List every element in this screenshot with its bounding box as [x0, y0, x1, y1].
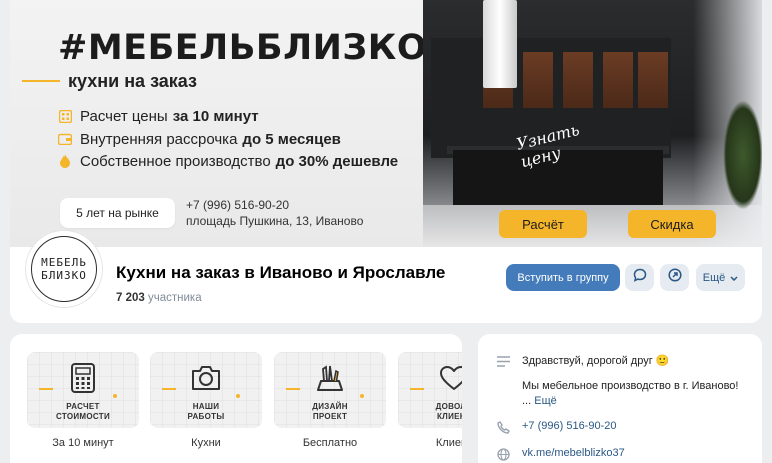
service-caption: За 10 минут [52, 437, 114, 449]
chevron-down-icon [730, 272, 738, 284]
feature-bold: до 5 месяцев [242, 130, 341, 148]
avatar-line: МЕБЕЛЬ [41, 256, 87, 269]
feature-text: Собственное производство [80, 152, 271, 170]
wood-panel [523, 52, 553, 108]
flame-icon [58, 154, 72, 168]
cover-hashtag: #МЕБЕЛЬБЛИЗКО [58, 28, 428, 68]
members-number: 7 203 [116, 292, 145, 304]
service-title-line: ДИЗАЙН [312, 402, 348, 411]
service-caption: Кухни [191, 437, 221, 449]
heart-icon [438, 362, 462, 394]
service-tile: ДИЗАЙН ПРОЕКТ [274, 352, 386, 428]
service-title-line: СТОИМОСТИ [55, 412, 111, 421]
info-phone: +7 (996) 516-90-20 [496, 420, 616, 434]
service-title-line: НАШИ [192, 402, 220, 411]
service-item-price[interactable]: РАСЧЕТ СТОИМОСТИ За 10 минут [27, 352, 139, 449]
group-name: Кухни на заказ в Иваново и Ярославле [116, 263, 446, 282]
accent-line [22, 80, 60, 82]
info-website: vk.me/mebelblizko37 [496, 447, 625, 461]
more-button[interactable]: Ещё [696, 264, 745, 291]
cover-banner: #МЕБЕЛЬБЛИЗКО кухни на заказ Расчет цены… [10, 0, 762, 247]
more-label: Ещё [702, 271, 726, 284]
plant [723, 100, 762, 210]
message-icon [633, 268, 647, 287]
avatar-logo: МЕБЕЛЬ БЛИЗКО [31, 236, 97, 302]
service-caption: Бесплатно [302, 437, 358, 449]
accent-line [286, 388, 300, 390]
message-button[interactable] [625, 264, 654, 291]
feature-production: Собственное производство до 30% дешевле [58, 151, 398, 171]
feature-text: Внутренняя рассрочка [80, 130, 238, 148]
accent-line [39, 388, 53, 390]
join-group-button[interactable]: Вступить в группу [506, 264, 620, 291]
years-on-market-badge: 5 лет на рынке [60, 198, 175, 228]
description-text: Здравствуй, дорогой друг 🙂 Мы мебельное … [522, 354, 738, 409]
hood-pipe [483, 0, 517, 88]
service-title-line: КЛИЕНТ [436, 412, 462, 421]
discount-button[interactable]: Скидка [628, 210, 716, 238]
avatar-line: БЛИЗКО [41, 269, 87, 282]
cover-promo-panel: #МЕБЕЛЬБЛИЗКО кухни на заказ Расчет цены… [10, 0, 427, 247]
wood-panel [603, 52, 633, 108]
phone-link[interactable]: +7 (996) 516-90-20 [522, 420, 616, 432]
accent-line [162, 388, 176, 390]
globe-icon [496, 447, 510, 461]
cover-phone: +7 (996) 516-90-20 [186, 198, 290, 212]
avatar[interactable]: МЕБЕЛЬ БЛИЗКО [26, 231, 102, 307]
service-title: ДОВОЛЬ КЛИЕНТ [398, 402, 462, 422]
service-tile: НАШИ РАБОТЫ [150, 352, 262, 428]
cover-address: площадь Пушкина, 13, Иваново [186, 214, 364, 228]
calculator-grid-icon [58, 109, 72, 123]
service-title: НАШИ РАБОТЫ [150, 402, 262, 422]
members-count[interactable]: 7 203 участника [116, 292, 202, 304]
website-link[interactable]: vk.me/mebelblizko37 [522, 447, 625, 459]
service-title-line: РАСЧЕТ [66, 402, 100, 411]
service-item-design[interactable]: ДИЗАЙН ПРОЕКТ Бесплатно [274, 352, 386, 449]
wood-panel [563, 52, 593, 108]
service-title: РАСЧЕТ СТОИМОСТИ [27, 402, 139, 422]
phone-icon [496, 420, 510, 434]
share-arrow-icon [667, 268, 682, 287]
share-button[interactable] [660, 264, 689, 291]
calculator-icon [67, 362, 99, 394]
service-tile: РАСЧЕТ СТОИМОСТИ [27, 352, 139, 428]
service-title-line: ДОВОЛЬ [435, 402, 462, 411]
services-widget: РАСЧЕТ СТОИМОСТИ За 10 минут НАШИ РАБОТЫ… [10, 334, 462, 463]
kitchen-photo: Узнать цену Расчёт Скидка [423, 0, 762, 247]
ellipsis: ... [522, 395, 532, 407]
members-label: участника [147, 292, 202, 304]
description-lines-icon [496, 354, 510, 368]
group-header-card: #МЕБЕЛЬБЛИЗКО кухни на заказ Расчет цены… [10, 0, 762, 323]
service-title-line: РАБОТЫ [187, 412, 225, 421]
accent-dot [360, 394, 364, 398]
wallet-icon [58, 132, 72, 146]
feature-bold: за 10 минут [172, 107, 259, 125]
service-item-works[interactable]: НАШИ РАБОТЫ Кухни [150, 352, 262, 449]
service-title: ДИЗАЙН ПРОЕКТ [274, 402, 386, 422]
info-description: Здравствуй, дорогой друг 🙂 Мы мебельное … [496, 354, 738, 409]
service-tile: ДОВОЛЬ КЛИЕНТ [398, 352, 462, 428]
greeting-text: Здравствуй, дорогой друг 🙂 [522, 355, 670, 367]
cover-subtitle: кухни на заказ [68, 71, 197, 91]
wood-panel [638, 52, 668, 108]
accent-dot [236, 394, 240, 398]
service-item-clients[interactable]: ДОВОЛЬ КЛИЕНТ Клиент [398, 352, 462, 449]
feature-price-calc: Расчет цены за 10 минут [58, 106, 259, 126]
feature-installment: Внутренняя рассрочка до 5 месяцев [58, 129, 341, 149]
design-tools-icon [314, 362, 346, 394]
description-body: Мы мебельное производство в г. Иваново! [522, 380, 739, 392]
accent-line [410, 388, 424, 390]
feature-bold: до 30% дешевле [275, 152, 399, 170]
service-caption: Клиент [435, 437, 462, 449]
service-title-line: ПРОЕКТ [312, 412, 348, 421]
show-more-link[interactable]: Ещё [534, 395, 557, 407]
feature-text: Расчет цены [80, 107, 168, 125]
camera-icon [190, 362, 222, 394]
info-widget: Здравствуй, дорогой друг 🙂 Мы мебельное … [478, 334, 762, 463]
calc-button[interactable]: Расчёт [499, 210, 587, 238]
accent-dot [113, 394, 117, 398]
